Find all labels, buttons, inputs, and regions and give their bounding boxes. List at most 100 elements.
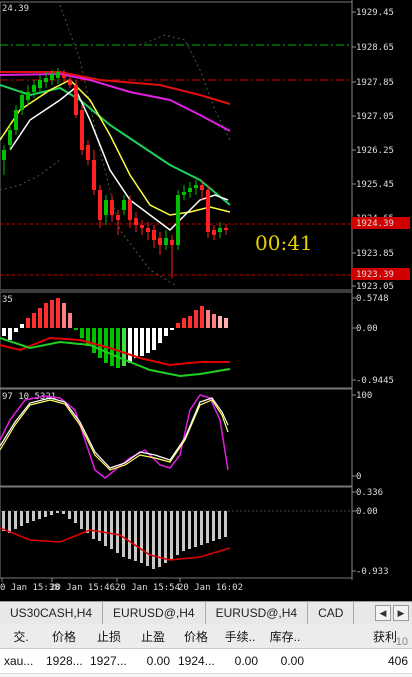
candle-body <box>134 218 138 225</box>
histogram-bar <box>140 328 144 356</box>
stoch-axis-label: 100 <box>356 391 372 401</box>
col-commission[interactable]: 手续.. <box>218 628 262 645</box>
lower-ind-bar <box>44 511 47 517</box>
scroll-right-icon[interactable]: ▶ <box>393 605 409 621</box>
candle-body <box>62 75 66 78</box>
histogram-bar <box>62 303 66 328</box>
histogram-bar <box>80 328 84 338</box>
lower-ind-bar <box>170 511 173 559</box>
lower-ind-bar <box>182 511 185 551</box>
lower-ind-bar <box>152 511 155 569</box>
histogram-bar <box>44 303 48 328</box>
candle-body <box>218 228 222 232</box>
histogram-bar <box>92 328 96 353</box>
histogram-bar <box>26 318 30 328</box>
lower-ind-bar <box>176 511 179 555</box>
price-chart-svg[interactable]: 1929.45 1928.65 1927.85 1927.05 1926.25 1925.… <box>0 0 412 600</box>
cell-swap: 0.00 <box>280 654 304 668</box>
candle-body <box>140 225 144 228</box>
candle-body <box>86 145 90 160</box>
candle-body <box>224 228 228 230</box>
histogram-bar <box>2 328 6 336</box>
cell-commission: 0.00 <box>234 654 258 668</box>
lower-ind-bar <box>164 511 167 563</box>
candle-body <box>200 185 204 190</box>
histogram-bar <box>20 324 24 328</box>
lower-ind-bar <box>14 511 17 529</box>
lower-ind-bar <box>26 511 29 523</box>
chart-tabs-bar: US30CASH,H4 EURUSD@,H4 EURUSD@,H4 CAD ◀ … <box>0 601 412 624</box>
price-axis-label: 1926.25 <box>356 146 394 156</box>
lower-ind-bar <box>188 511 191 549</box>
lower-ind-bar <box>158 511 161 567</box>
candle-body <box>92 160 96 190</box>
tab-us30cash[interactable]: US30CASH,H4 <box>0 602 104 624</box>
histogram-bar <box>110 328 114 366</box>
price-axis-label: 1925.45 <box>356 180 394 190</box>
lower-ind-bar <box>68 511 71 519</box>
candle-body <box>176 195 180 245</box>
histogram-bar <box>206 310 210 328</box>
lower-ind-bar <box>134 511 137 561</box>
trade-table: 交. 价格 止损 止盈 价格 手续.. 库存.. 获利 xau... 1928.… <box>0 624 412 677</box>
lower-ind-bar <box>200 511 203 545</box>
candle-body <box>20 95 24 110</box>
tab-eurusd-1[interactable]: EURUSD@,H4 <box>103 602 206 624</box>
current-price-tag: 1924.39 <box>356 219 394 229</box>
cell-take-profit: 0.00 <box>146 654 170 668</box>
col-current-price[interactable]: 价格 <box>174 628 218 645</box>
candle-body <box>50 74 54 80</box>
lower-ind-bar <box>38 511 41 519</box>
candle-body <box>8 130 12 145</box>
candle-body <box>188 188 192 192</box>
candle-body <box>110 200 114 215</box>
histogram-bar <box>176 323 180 328</box>
col-stop-loss[interactable]: 止损 <box>86 628 132 645</box>
histogram-bar <box>8 328 12 340</box>
histogram-bar <box>170 328 174 330</box>
candle-body <box>68 80 72 85</box>
table-header-row: 交. 价格 止损 止盈 价格 手续.. 库存.. 获利 <box>0 624 412 649</box>
histogram-bar <box>98 328 102 358</box>
candle-body <box>194 185 198 188</box>
col-swap[interactable]: 库存.. <box>262 628 308 645</box>
lower-ind-bar <box>224 511 227 537</box>
candle-body <box>38 80 42 88</box>
col-open-price[interactable]: 价格 <box>42 628 86 645</box>
col-take-profit[interactable]: 止盈 <box>132 628 174 645</box>
histogram-axis-label: -0.9445 <box>356 376 394 386</box>
col-symbol[interactable]: 交. <box>0 628 42 645</box>
scroll-left-icon[interactable]: ◀ <box>375 605 391 621</box>
lower-ind-bar <box>206 511 209 543</box>
histogram-bar <box>14 328 18 332</box>
cell-current-price: 1924... <box>178 654 215 668</box>
tab-scroll-arrows: ◀ ▶ <box>375 605 412 621</box>
candle-body <box>146 228 150 232</box>
table-row[interactable]: xau... 1928... 1927... 0.00 1924... 0.00… <box>0 649 412 674</box>
candle-body <box>2 150 6 160</box>
histogram-bar <box>104 328 108 363</box>
stoch-signal-yellow <box>0 399 229 471</box>
histogram-bar <box>128 328 132 363</box>
tab-eurusd-2[interactable]: EURUSD@,H4 <box>206 602 309 624</box>
candle-body <box>116 215 120 220</box>
lower-ind-axis-label: 0.336 <box>356 488 383 498</box>
pane-border-2 <box>0 388 353 487</box>
stoch-signal-white <box>0 397 229 469</box>
lower-ind-bar <box>2 511 5 531</box>
chart-area[interactable]: 1929.45 1928.65 1927.85 1927.05 1926.25 1925.… <box>0 0 412 600</box>
candle-body <box>98 190 102 220</box>
lower-ind-bar <box>8 511 11 533</box>
cell-symbol: xau... <box>4 654 34 668</box>
price-axis-label: 1929.45 <box>356 8 394 18</box>
lower-ind-bar <box>74 511 77 523</box>
histogram-signal-red <box>0 336 230 367</box>
lower-ind-bar <box>80 511 83 529</box>
candle-body <box>26 92 30 100</box>
candle-body <box>74 85 78 115</box>
tab-cad[interactable]: CAD <box>308 602 355 624</box>
watermark-text: 10 <box>395 636 408 648</box>
candle-body <box>104 200 108 215</box>
envelope-left <box>0 159 61 191</box>
cell-stop-loss: 1927... <box>90 654 127 668</box>
